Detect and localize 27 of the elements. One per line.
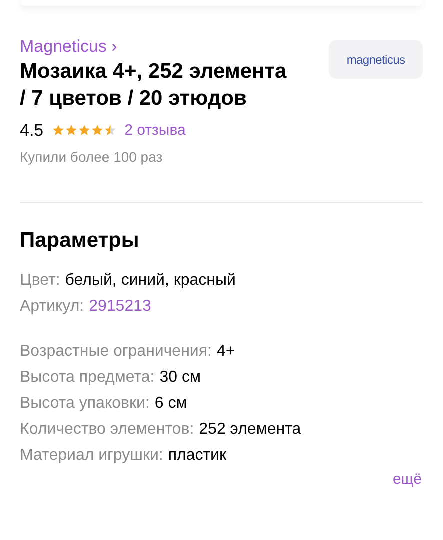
parameter-value: пластик xyxy=(168,446,226,466)
brand-link[interactable]: Magneticus › xyxy=(20,36,317,58)
parameter-label: Высота упаковки: xyxy=(20,394,150,414)
parameter-label: Артикул: xyxy=(20,297,84,317)
parameter-label: Количество элементов: xyxy=(20,420,194,440)
parameter-label: Высота предмета: xyxy=(20,368,155,388)
brand-logo[interactable]: magneticus xyxy=(329,40,423,79)
star-icon xyxy=(64,124,78,138)
purchases-text: Купили более 100 раз xyxy=(20,148,164,167)
more-link[interactable]: ещё xyxy=(392,469,422,492)
rating-value: 4.5 xyxy=(20,120,44,142)
reviews-link[interactable]: 2 отзыва xyxy=(124,120,186,142)
star-icon xyxy=(90,124,104,138)
parameter-label: Возрастные ограничения: xyxy=(20,342,212,362)
section-heading: Параметры xyxy=(19,228,140,254)
parameter-value: 30 см xyxy=(160,368,201,388)
parameter-value: 252 элемента xyxy=(199,420,302,440)
parameter-value: 4+ xyxy=(216,342,236,362)
star-icon xyxy=(104,124,117,138)
parameter-link[interactable]: 2915213 xyxy=(89,294,152,320)
parameter-label: Цвет: xyxy=(20,271,60,291)
parameter-value: 6 см xyxy=(154,394,188,414)
parameter-label: Материал игрушки: xyxy=(20,446,164,466)
star-icon xyxy=(52,124,65,138)
star-icon xyxy=(78,124,91,138)
product-title: Мозаика 4+, 252 элемента / 7 цветов / 20 этюдов xyxy=(20,59,288,112)
parameter-value: белый, синий, красный xyxy=(65,271,236,291)
